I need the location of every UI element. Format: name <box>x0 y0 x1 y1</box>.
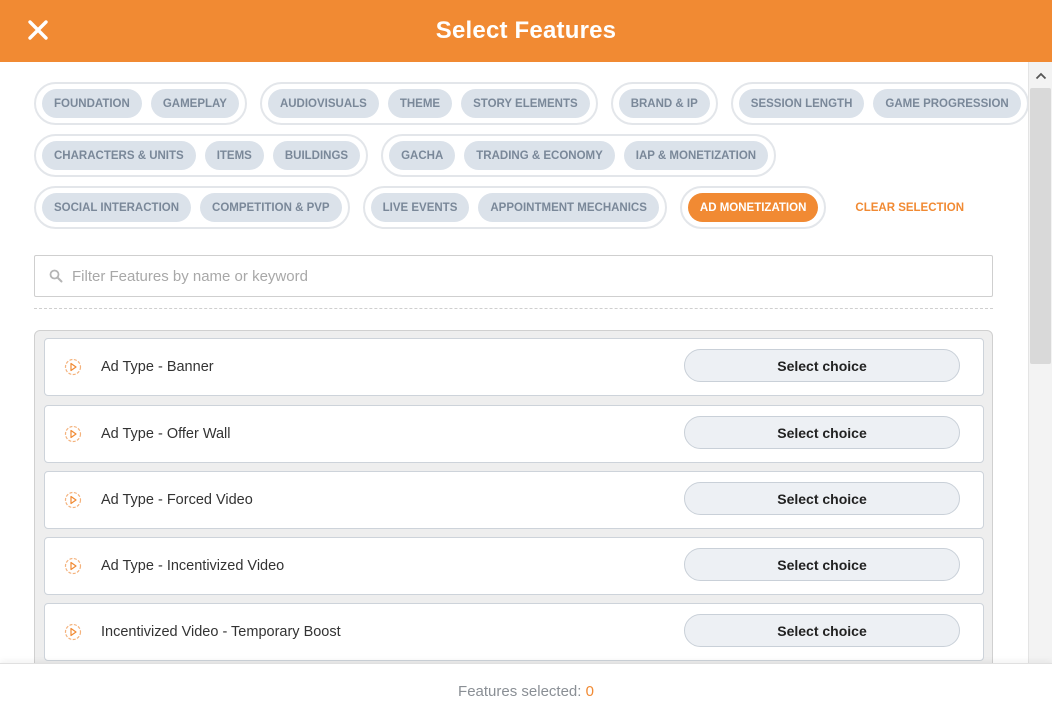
clear-selection-link[interactable]: CLEAR SELECTION <box>855 202 964 214</box>
category-chip-appointment-mechanics[interactable]: APPOINTMENT MECHANICS <box>478 193 659 222</box>
select-choice-button[interactable]: Select choice <box>684 416 960 449</box>
category-chip-brand-ip[interactable]: BRAND & IP <box>618 89 710 118</box>
category-chip-audiovisuals[interactable]: AUDIOVISUALS <box>267 89 379 118</box>
feature-name: Incentivized Video - Temporary Boost <box>101 624 341 640</box>
footer-bar: Features selected: 0 <box>0 663 1052 719</box>
search-icon <box>49 269 63 283</box>
feature-item: Ad Type - Offer Wall Select choice <box>44 405 984 463</box>
category-chip-items[interactable]: ITEMS <box>204 141 264 170</box>
feature-list: Ad Type - Banner Select choice Ad Type -… <box>34 330 993 663</box>
select-choice-button[interactable]: Select choice <box>684 482 960 515</box>
scroll-up-button[interactable] <box>1029 64 1052 88</box>
search-input[interactable] <box>72 267 952 285</box>
select-choice-button[interactable]: Select choice <box>684 349 960 382</box>
feature-name: Ad Type - Incentivized Video <box>101 558 285 574</box>
category-chip-buildings[interactable]: BUILDINGS <box>272 141 361 170</box>
category-group: FOUNDATION GAMEPLAY <box>34 82 247 125</box>
category-group: CHARACTERS & UNITS ITEMS BUILDINGS <box>34 134 369 177</box>
play-circle-icon <box>64 425 82 443</box>
category-group: AUDIOVISUALS THEME STORY ELEMENTS <box>259 82 598 125</box>
feature-selection-panel: FOUNDATION GAMEPLAY AUDIOVISUALS THEME S… <box>0 62 1028 663</box>
scrollbar-thumb[interactable] <box>1030 88 1051 364</box>
category-group: GACHA TRADING & ECONOMY IAP & MONETIZATI… <box>381 134 777 177</box>
play-circle-icon <box>64 358 82 376</box>
category-chip-gameplay[interactable]: GAMEPLAY <box>150 89 239 118</box>
vertical-scrollbar[interactable] <box>1028 62 1052 663</box>
header-bar: Select Features <box>0 0 1052 62</box>
feature-item: Ad Type - Incentivized Video Select choi… <box>44 537 984 595</box>
feature-name: Ad Type - Banner <box>101 359 214 375</box>
play-circle-icon <box>64 491 82 509</box>
category-chip-ad-monetization[interactable]: AD MONETIZATION <box>687 193 819 222</box>
category-chip-gacha[interactable]: GACHA <box>389 141 456 170</box>
chevron-up-icon <box>1035 72 1046 80</box>
category-chip-game-progression[interactable]: GAME PROGRESSION <box>873 89 1021 118</box>
category-group: SOCIAL INTERACTION COMPETITION & PVP <box>34 186 350 229</box>
category-chip-foundation[interactable]: FOUNDATION <box>42 89 142 118</box>
feature-name: Ad Type - Forced Video <box>101 492 253 508</box>
category-row-2: CHARACTERS & UNITS ITEMS BUILDINGS GACHA… <box>34 134 789 177</box>
category-chip-characters-units[interactable]: CHARACTERS & UNITS <box>42 141 196 170</box>
category-group: SESSION LENGTH GAME PROGRESSION <box>730 82 1028 125</box>
category-chip-live-events[interactable]: LIVE EVENTS <box>370 193 470 222</box>
feature-item: Ad Type - Forced Video Select choice <box>44 471 984 529</box>
features-selected-status: Features selected: 0 <box>0 683 1052 700</box>
category-chip-session-length[interactable]: SESSION LENGTH <box>738 89 865 118</box>
play-circle-icon <box>64 623 82 641</box>
category-row-3: SOCIAL INTERACTION COMPETITION & PVP LIV… <box>34 186 964 229</box>
page-title: Select Features <box>435 17 617 44</box>
select-choice-button[interactable]: Select choice <box>684 614 960 647</box>
category-group: LIVE EVENTS APPOINTMENT MECHANICS <box>362 186 667 229</box>
category-chip-story-elements[interactable]: STORY ELEMENTS <box>461 89 590 118</box>
category-chip-iap-monetization[interactable]: IAP & MONETIZATION <box>623 141 769 170</box>
category-group: AD MONETIZATION <box>679 186 827 229</box>
feature-item: Ad Type - Banner Select choice <box>44 338 984 396</box>
category-chip-theme[interactable]: THEME <box>387 89 453 118</box>
category-chip-competition-pvp[interactable]: COMPETITION & PVP <box>200 193 342 222</box>
search-field[interactable] <box>34 255 993 297</box>
feature-item: Incentivized Video - Temporary Boost Sel… <box>44 603 984 661</box>
divider <box>34 308 993 309</box>
category-group: BRAND & IP <box>610 82 718 125</box>
category-chip-trading-economy[interactable]: TRADING & ECONOMY <box>464 141 615 170</box>
category-chip-social-interaction[interactable]: SOCIAL INTERACTION <box>42 193 192 222</box>
category-row-1: FOUNDATION GAMEPLAY AUDIOVISUALS THEME S… <box>34 82 1028 125</box>
select-choice-button[interactable]: Select choice <box>684 548 960 581</box>
play-circle-icon <box>64 557 82 575</box>
features-selected-label: Features selected: <box>458 683 582 700</box>
feature-name: Ad Type - Offer Wall <box>101 426 231 442</box>
features-selected-count: 0 <box>585 683 594 700</box>
